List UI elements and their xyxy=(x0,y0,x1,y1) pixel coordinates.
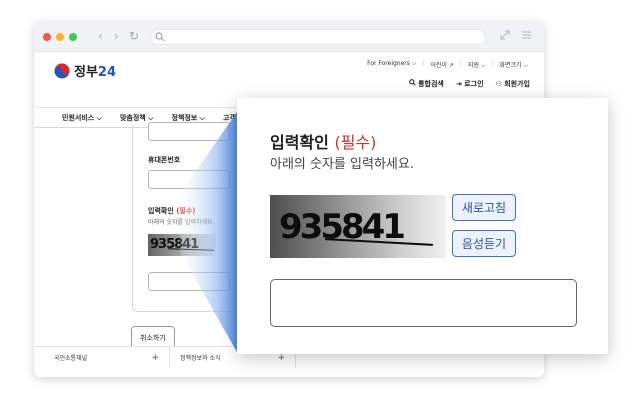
stage: ‹ › ↻ 정부24 For Foreigners ⌵ | 어린이 ↗ | 지원… xyxy=(0,0,630,400)
zoom-captcha-description: 아래의 숫자를 입력하세요. xyxy=(270,157,414,172)
zoom-captcha-image: 935841 xyxy=(270,195,446,258)
zoom-captcha-title: 입력확인 (필수) xyxy=(270,133,377,152)
audio-captcha-button[interactable]: 음성듣기 xyxy=(452,230,516,257)
magnified-captcha-panel: 입력확인 (필수) 아래의 숫자를 입력하세요. 935841 새로고침 음성듣… xyxy=(237,98,608,354)
refresh-captcha-button[interactable]: 새로고침 xyxy=(452,194,516,221)
zoom-captcha-input[interactable] xyxy=(270,279,577,327)
